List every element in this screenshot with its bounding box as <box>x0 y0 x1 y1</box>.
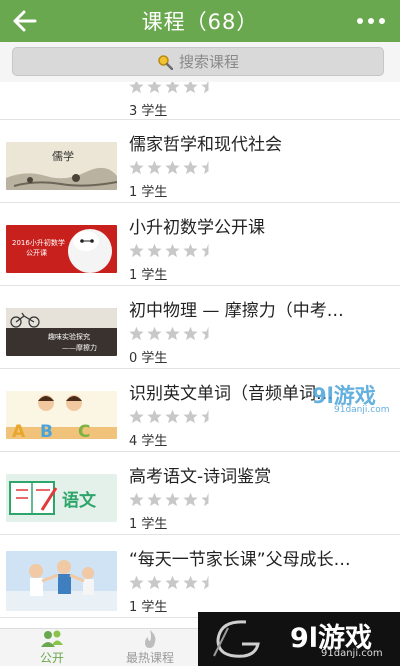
rating-stars <box>129 326 216 341</box>
star-icon <box>147 160 162 175</box>
back-arrow-icon[interactable] <box>10 8 38 34</box>
student-count: 3 学生 <box>129 104 168 119</box>
star-icon <box>183 160 198 175</box>
star-icon <box>129 243 144 258</box>
course-title: 小升初数学公开课 <box>129 218 265 238</box>
thumbnail-caption: 儒学 <box>52 149 74 163</box>
page-title: 课程（68） <box>141 10 259 34</box>
half-star-icon <box>201 243 209 258</box>
star-icon <box>147 82 162 94</box>
star-icon <box>165 82 180 94</box>
star-icon <box>183 409 198 424</box>
course-title: “每天一节家长课”父母成长… <box>129 550 351 570</box>
student-count: 1 学生 <box>129 517 168 532</box>
search-icon <box>158 54 173 70</box>
course-item[interactable]: 语文 高考语文-诗词鉴赏 1 学生 <box>0 452 400 535</box>
tab-label: 最热课程 <box>125 651 174 665</box>
course-title: 初中物理 — 摩擦力（中考… <box>129 301 344 321</box>
tab-public[interactable]: 公开 <box>30 629 74 666</box>
rating-stars <box>129 82 216 94</box>
svg-text:C: C <box>78 422 90 439</box>
rating-stars <box>129 492 216 507</box>
course-thumbnail <box>6 551 117 611</box>
star-icon <box>129 82 144 94</box>
rating-stars <box>129 575 216 590</box>
people-icon <box>41 630 63 647</box>
app-header: 课程（68） <box>0 0 400 42</box>
course-item[interactable]: “每天一节家长课”父母成长… 1 学生 <box>0 535 400 618</box>
star-icon <box>129 409 144 424</box>
student-count: 0 学生 <box>129 351 168 366</box>
rating-stars <box>129 243 216 258</box>
course-item[interactable]: 趣味实验探究 ——摩擦力 初中物理 — 摩擦力（中考… 0 学生 <box>0 286 400 369</box>
course-title: 高考语文-诗词鉴赏 <box>129 467 272 487</box>
watermark-url-overlay: 91danji.com <box>334 405 390 415</box>
star-icon <box>147 243 162 258</box>
tab-hot-courses[interactable]: 最热课程 <box>110 629 190 666</box>
watermark-g-logo-icon <box>213 620 260 658</box>
star-icon <box>129 492 144 507</box>
svg-text:A: A <box>12 422 26 439</box>
student-count: 1 学生 <box>129 268 168 283</box>
course-item[interactable]: 2016小升初数学公开课 小升初数学公开课 1 学生 <box>0 203 400 286</box>
star-icon <box>129 160 144 175</box>
course-item[interactable]: 3 学生 <box>0 82 400 120</box>
star-icon <box>147 409 162 424</box>
rating-stars <box>129 160 216 175</box>
student-count: 1 学生 <box>129 600 168 615</box>
star-icon <box>147 492 162 507</box>
star-icon <box>183 243 198 258</box>
half-star-icon <box>201 82 209 94</box>
half-star-icon <box>201 575 209 590</box>
search-input[interactable]: 搜索课程 <box>12 47 384 76</box>
star-icon <box>165 575 180 590</box>
star-icon <box>183 492 198 507</box>
watermark-url: 91danji.com <box>321 648 383 659</box>
course-list[interactable]: 3 学生 儒学 儒家哲学和现代社会 1 学生 2016小升初数学公开课 小升初数… <box>0 82 400 628</box>
tab-label: 公开 <box>39 651 64 665</box>
star-icon <box>129 326 144 341</box>
svg-text:趣味实验探究: 趣味实验探究 <box>48 332 90 341</box>
half-star-icon <box>201 160 209 175</box>
student-count: 1 学生 <box>129 185 168 200</box>
star-icon <box>183 575 198 590</box>
star-icon <box>183 326 198 341</box>
half-star-icon <box>201 409 209 424</box>
svg-text:——摩擦力: ——摩擦力 <box>62 343 97 352</box>
star-icon <box>165 326 180 341</box>
star-icon <box>165 409 180 424</box>
svg-text:B: B <box>40 422 53 439</box>
thumbnail-caption: 语文 <box>62 490 97 511</box>
course-item[interactable]: 儒学 儒家哲学和现代社会 1 学生 <box>0 120 400 203</box>
course-thumbnail: 儒学 <box>6 142 117 190</box>
course-thumbnail: 语文 <box>6 474 117 522</box>
star-icon <box>147 575 162 590</box>
star-icon <box>165 243 180 258</box>
course-title: 儒家哲学和现代社会 <box>129 135 282 155</box>
half-star-icon <box>201 326 209 341</box>
half-star-icon <box>201 492 209 507</box>
star-icon <box>165 160 180 175</box>
rating-stars <box>129 409 216 424</box>
star-icon <box>129 575 144 590</box>
star-icon <box>165 492 180 507</box>
star-icon <box>183 82 198 94</box>
course-thumbnail: A B C <box>6 391 117 439</box>
search-bar-container: 搜索课程 <box>0 42 400 82</box>
star-icon <box>147 326 162 341</box>
course-thumbnail: 2016小升初数学公开课 <box>6 225 117 273</box>
more-options-icon[interactable] <box>356 14 386 28</box>
search-placeholder: 搜索课程 <box>178 53 239 71</box>
course-thumbnail: 趣味实验探究 ——摩擦力 <box>6 308 117 356</box>
student-count: 4 学生 <box>129 434 168 449</box>
flame-icon <box>145 630 156 648</box>
